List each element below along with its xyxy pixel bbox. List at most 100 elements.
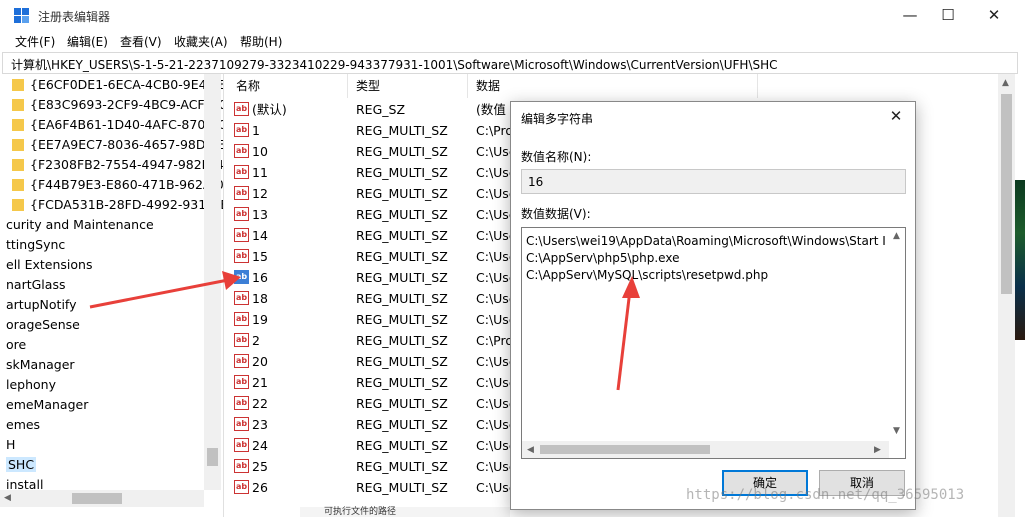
tree-item[interactable]: skManager xyxy=(6,355,75,375)
list-vertical-scrollbar[interactable]: ▲ xyxy=(998,74,1015,517)
value-data: (数值 xyxy=(476,102,506,117)
tree-item-label: {FCDA531B-28FD-4992-931D-E xyxy=(30,197,224,212)
value-name: 21 xyxy=(252,375,268,390)
value-type: REG_MULTI_SZ xyxy=(356,396,448,411)
dialog-title: 编辑多字符串 xyxy=(521,112,594,126)
folder-icon xyxy=(12,99,24,111)
tree-item[interactable]: ore xyxy=(6,335,26,355)
tree-item-label: emeManager xyxy=(6,397,89,412)
string-value-icon: ab xyxy=(234,459,249,473)
value-type: REG_MULTI_SZ xyxy=(356,480,448,495)
value-type: REG_MULTI_SZ xyxy=(356,123,448,138)
scroll-down-icon[interactable]: ▼ xyxy=(893,426,900,436)
maximize-button[interactable]: ☐ xyxy=(925,0,971,30)
tree-item[interactable]: artupNotify xyxy=(6,295,77,315)
value-type: REG_MULTI_SZ xyxy=(356,459,448,474)
tree-item[interactable]: emes xyxy=(6,415,40,435)
string-value-icon: ab xyxy=(234,354,249,368)
value-name: 26 xyxy=(252,480,268,495)
tree-item[interactable]: nartGlass xyxy=(6,275,65,295)
scroll-up-icon[interactable]: ▲ xyxy=(893,231,900,241)
scroll-up-icon[interactable]: ▲ xyxy=(1002,78,1009,88)
tree-horizontal-scrollbar[interactable]: ◀ xyxy=(0,490,204,507)
value-type: REG_MULTI_SZ xyxy=(356,186,448,201)
tree-item[interactable]: emeManager xyxy=(6,395,88,415)
scroll-left-icon[interactable]: ◀ xyxy=(4,493,11,503)
string-value-icon: ab xyxy=(234,228,249,242)
list-vscroll-thumb[interactable] xyxy=(1001,94,1012,294)
tree-vscroll-thumb[interactable] xyxy=(207,448,218,466)
string-value-icon: ab xyxy=(234,270,249,284)
string-value-icon: ab xyxy=(234,186,249,200)
tree-item[interactable]: lephony xyxy=(6,375,56,395)
tree-item[interactable]: {EA6F4B61-1D40-4AFC-8702-C xyxy=(12,115,223,135)
scroll-right-icon[interactable]: ▶ xyxy=(874,445,881,455)
folder-icon xyxy=(12,199,24,211)
menu-file[interactable]: 文件(F) xyxy=(15,33,55,50)
tree-item[interactable]: curity and Maintenance xyxy=(6,215,154,235)
menu-view[interactable]: 查看(V) xyxy=(120,33,162,50)
string-value-icon: ab xyxy=(234,207,249,221)
value-name: 2 xyxy=(252,333,260,348)
value-data: C:\Pro xyxy=(476,123,513,138)
value-name: 11 xyxy=(252,165,268,180)
data-line: C:\AppServ\php5\php.exe xyxy=(526,251,680,265)
tree-item[interactable]: ttingSync xyxy=(6,235,65,255)
string-value-icon: ab xyxy=(234,417,249,431)
column-header-type[interactable]: 类型 xyxy=(348,74,468,98)
folder-icon xyxy=(12,79,24,91)
value-name: 23 xyxy=(252,417,268,432)
dialog-close-button[interactable]: ✕ xyxy=(883,104,909,128)
tree-item[interactable]: {FCDA531B-28FD-4992-931D-E xyxy=(12,195,224,215)
tree-item[interactable]: H xyxy=(6,435,15,455)
value-name: 10 xyxy=(252,144,268,159)
tree-item-label: {F44B79E3-E860-471B-962A-0F xyxy=(30,177,224,192)
tree-item[interactable]: {E6CF0DE1-6ECA-4CB0-9E40-B xyxy=(12,75,223,95)
value-name: 12 xyxy=(252,186,268,201)
value-name: 25 xyxy=(252,459,268,474)
string-value-icon: ab xyxy=(234,102,249,116)
value-type: REG_MULTI_SZ xyxy=(356,144,448,159)
value-name: 19 xyxy=(252,312,268,327)
tree-item[interactable]: {F2308FB2-7554-4947-982D-43 xyxy=(12,155,223,175)
value-type: REG_MULTI_SZ xyxy=(356,270,448,285)
tree-item-label: curity and Maintenance xyxy=(6,217,154,232)
value-type: REG_MULTI_SZ xyxy=(356,375,448,390)
address-bar[interactable]: 计算机\HKEY_USERS\S-1-5-21-2237109279-33234… xyxy=(2,52,1018,74)
column-header-data[interactable]: 数据 xyxy=(468,74,758,98)
tree-item[interactable]: {F44B79E3-E860-471B-962A-0F xyxy=(12,175,224,195)
string-value-icon: ab xyxy=(234,123,249,137)
column-header-name[interactable]: 名称 xyxy=(228,74,348,98)
tree-hscroll-thumb[interactable] xyxy=(72,493,122,504)
string-value-icon: ab xyxy=(234,144,249,158)
value-data-textarea[interactable]: C:\Users\wei19\AppData\Roaming\Microsoft… xyxy=(521,227,906,459)
value-name: 13 xyxy=(252,207,268,222)
scroll-left-icon[interactable]: ◀ xyxy=(527,445,534,455)
tree-item[interactable]: ell Extensions xyxy=(6,255,93,275)
close-button[interactable]: ✕ xyxy=(971,0,1017,30)
value-name: 24 xyxy=(252,438,268,453)
tree-vertical-scrollbar[interactable] xyxy=(204,74,221,490)
value-type: REG_MULTI_SZ xyxy=(356,165,448,180)
desktop-background-strip xyxy=(1015,180,1025,340)
textarea-vertical-scrollbar[interactable]: ▲ ▼ xyxy=(888,228,905,441)
menu-edit[interactable]: 编辑(E) xyxy=(67,33,108,50)
value-type: REG_MULTI_SZ xyxy=(356,249,448,264)
tree-item[interactable]: SHC xyxy=(6,455,37,475)
tree-item-label: artupNotify xyxy=(6,297,77,312)
menu-help[interactable]: 帮助(H) xyxy=(240,33,282,50)
edit-multi-string-dialog: 编辑多字符串 ✕ 数值名称(N): 16 数值数据(V): C:\Users\w… xyxy=(510,101,916,510)
title-bar: 注册表编辑器 — ☐ ✕ xyxy=(0,0,1025,30)
folder-icon xyxy=(12,119,24,131)
value-type: REG_MULTI_SZ xyxy=(356,333,448,348)
string-value-icon: ab xyxy=(234,333,249,347)
textarea-hscroll-thumb[interactable] xyxy=(540,445,710,454)
tree-item[interactable]: {E83C9693-2CF9-4BC9-ACFD-0 xyxy=(12,95,223,115)
value-name: 22 xyxy=(252,396,268,411)
tree-item[interactable]: orageSense xyxy=(6,315,80,335)
tree-item[interactable]: {EE7A9EC7-8036-4657-98DB-E xyxy=(12,135,223,155)
textarea-horizontal-scrollbar[interactable]: ◀ ▶ xyxy=(522,441,889,458)
data-line: C:\Users\wei19\AppData\Roaming\Microsoft… xyxy=(526,234,886,248)
value-name: 15 xyxy=(252,249,268,264)
menu-favorites[interactable]: 收藏夹(A) xyxy=(174,33,228,50)
